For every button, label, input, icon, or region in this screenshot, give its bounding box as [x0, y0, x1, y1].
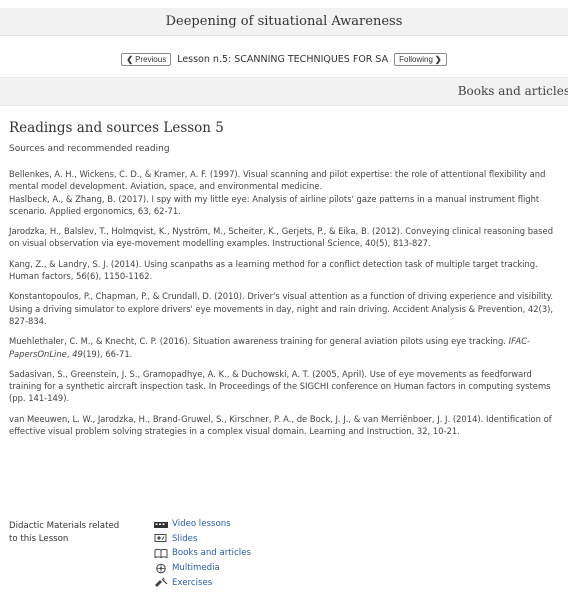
material-link-books-and-articles[interactable]: Books and articles	[153, 546, 251, 561]
reference-item: Haslbeck, A., & Zhang, B. (2017). I spy …	[9, 193, 540, 216]
previous-button[interactable]: ❮ Previous	[121, 52, 172, 66]
reference-list: Bellenkes, A. H., Wickens, C. D., & Kram…	[9, 168, 561, 445]
reference-item: Sadasivan, S., Greenstein, J. S., Gramop…	[9, 368, 551, 404]
reference-volume: 49	[72, 348, 83, 359]
didactic-materials-label: Didactic Materials related to this Lesso…	[9, 521, 120, 544]
following-button[interactable]: Following ❯	[394, 52, 447, 66]
chevron-left-icon: ❮	[126, 54, 134, 64]
book-icon	[154, 548, 168, 559]
video-icon	[154, 521, 168, 528]
lesson-navigation: ❮ Previous Lesson n.5: SCANNING TECHNIQU…	[0, 50, 568, 68]
previous-label: Previous	[135, 54, 167, 64]
chevron-right-icon: ❯	[434, 54, 442, 64]
reference-item: Jarodzka, H., Balslev, T., Holmqvist, K.…	[9, 226, 554, 249]
reference-item: van Meeuwen, L. W., Jarodzka, H., Brand-…	[9, 413, 552, 437]
material-label: Multimedia	[172, 563, 220, 574]
material-link-slides[interactable]: Slides	[153, 532, 251, 547]
reference-pages: (19), 66-71.	[82, 348, 133, 359]
reference-item: Kang, Z., & Landry, S. J. (2014). Using …	[9, 258, 538, 282]
material-link-multimedia[interactable]: Multimedia	[153, 561, 251, 576]
material-label: Slides	[172, 533, 198, 544]
following-label: Following	[399, 54, 433, 64]
page-subtitle: Sources and recommended reading	[9, 144, 170, 154]
material-link-video-lessons[interactable]: Video lessons	[153, 517, 251, 532]
reference-text: Muehlethaler, C. M., & Knecht, C. P. (20…	[9, 336, 509, 347]
slides-icon	[154, 534, 167, 543]
course-title-bar: Deepening of situational Awareness	[0, 8, 568, 36]
material-link-exercises[interactable]: Exercises	[153, 575, 251, 590]
section-label: Books and articles	[457, 84, 568, 98]
reference-item: Bellenkes, A. H., Wickens, C. D., & Kram…	[9, 169, 546, 192]
course-title: Deepening of situational Awareness	[165, 14, 403, 29]
lesson-label: Lesson n.5: SCANNING TECHNIQUES FOR SA	[177, 53, 389, 65]
material-label: Exercises	[172, 577, 213, 588]
page-title: Readings and sources Lesson 5	[9, 120, 224, 136]
section-bar: Books and articles	[0, 77, 568, 106]
material-label: Books and articles	[172, 548, 251, 559]
exercises-icon	[155, 577, 168, 588]
material-label: Video lessons	[172, 519, 231, 530]
materials-list: Video lessons Slides Books and articles	[153, 517, 251, 590]
multimedia-icon	[156, 563, 166, 573]
reference-item: Konstantopoulos, P., Chapman, P., & Crun…	[9, 291, 554, 326]
reference-item: Muehlethaler, C. M., & Knecht, C. P. (20…	[9, 335, 561, 360]
